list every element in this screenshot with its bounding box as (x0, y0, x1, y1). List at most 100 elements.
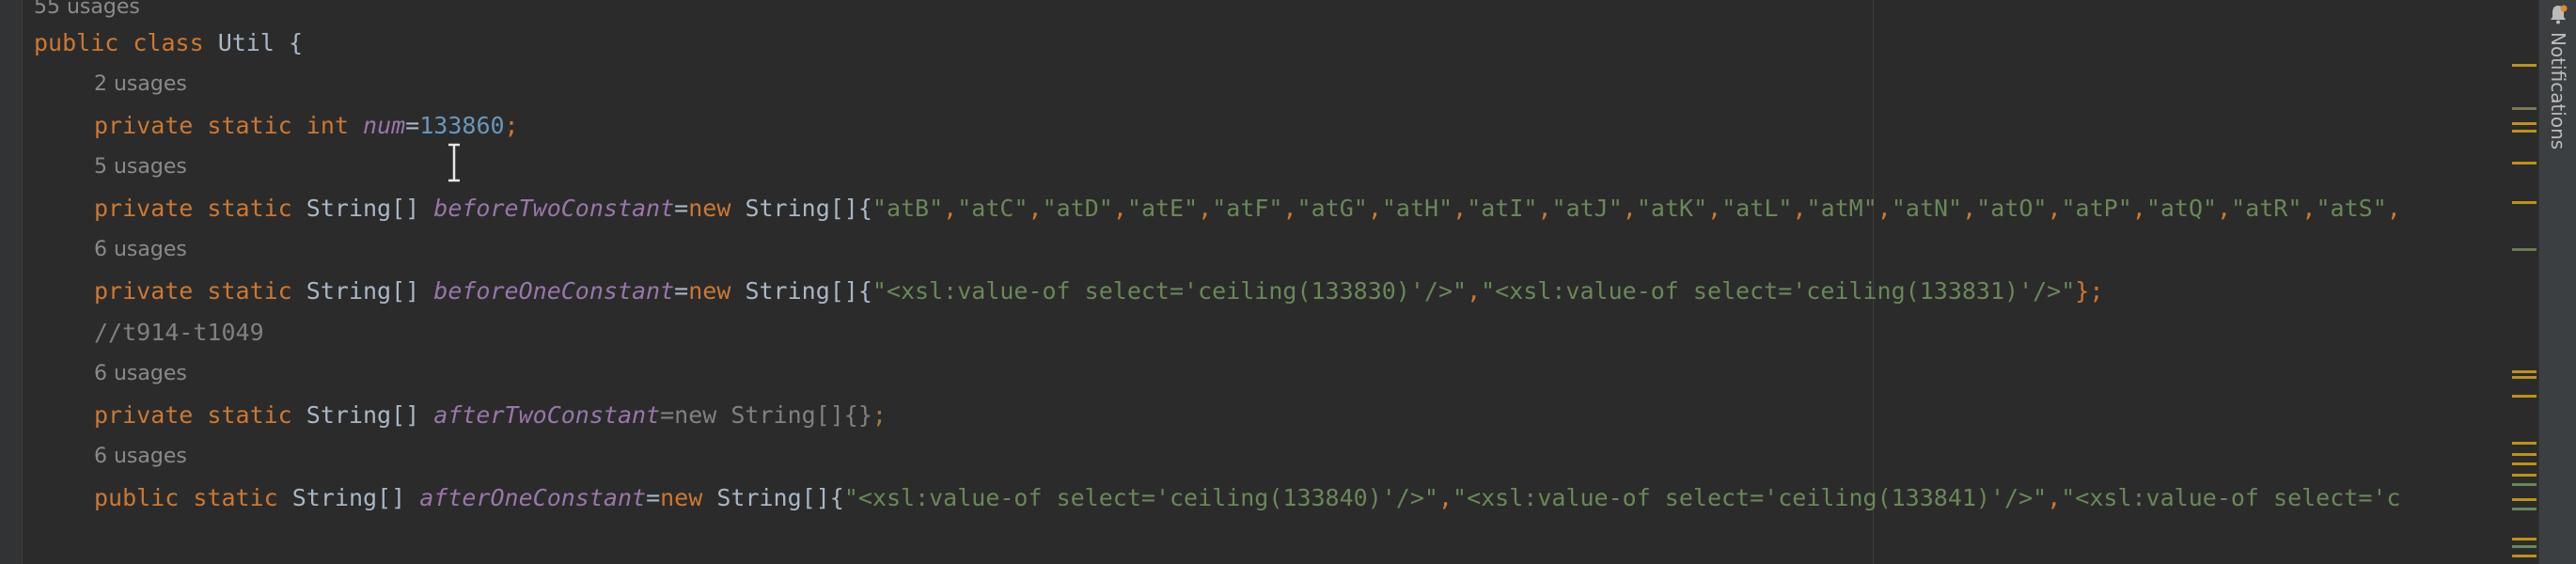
usages-hint[interactable]: 5 usages (94, 147, 187, 188)
constructor: String[]{ (745, 195, 872, 222)
class-name: Util (217, 29, 275, 56)
warning-marker[interactable] (2512, 453, 2537, 456)
comma: , (1707, 195, 1722, 222)
usages-hint[interactable]: 2 usages (94, 64, 187, 105)
warning-marker[interactable] (2512, 395, 2537, 398)
semicolon: ; (504, 112, 519, 139)
comma: , (1112, 195, 1127, 222)
keyword: new (688, 277, 731, 305)
string-literal: "atF" (1212, 195, 1283, 222)
string-literal-list: "<xsl:value-of select='ceiling(133840)'/… (844, 484, 2401, 511)
warning-marker[interactable] (2512, 162, 2537, 164)
comma: , (2301, 195, 2317, 222)
comma: , (1282, 195, 1297, 222)
info-marker[interactable] (2512, 508, 2537, 510)
string-literal: "atJ" (1551, 195, 1623, 222)
string-literal-list: "atB","atC","atD","atE","atF","atG","atH… (872, 195, 2401, 222)
comma: , (2386, 195, 2401, 222)
keyword: new (688, 195, 731, 222)
warning-marker[interactable] (2512, 376, 2537, 379)
string-literal: "atM" (1806, 195, 1877, 222)
warning-marker[interactable] (2512, 538, 2537, 540)
keyword: public (34, 29, 119, 56)
string-literal: "atO" (1976, 195, 2048, 222)
usages-hint[interactable]: 6 usages (94, 353, 187, 395)
comma: , (1962, 195, 1977, 222)
keyword: private (94, 195, 194, 222)
comma: , (2131, 195, 2146, 222)
code-line-after-two-constant: private static String[] afterTwoConstant… (94, 395, 887, 436)
info-marker[interactable] (2512, 483, 2537, 486)
type-name: String[] (306, 401, 420, 429)
string-literal: "<xsl:value-of select='ceiling(133831)'/… (1481, 277, 2076, 305)
info-marker[interactable] (2512, 107, 2537, 110)
keyword: private (94, 277, 194, 305)
info-marker[interactable] (2512, 545, 2537, 548)
warning-marker[interactable] (2512, 64, 2537, 67)
string-literal: "atC" (957, 195, 1029, 222)
code-editor[interactable]: 55 usages public class Util { 2 usages p… (34, 0, 2516, 564)
usages-hint[interactable]: 6 usages (94, 436, 187, 478)
code-comment: //t914-t1049 (94, 319, 264, 346)
warning-marker[interactable] (2512, 122, 2537, 125)
warning-marker[interactable] (2512, 370, 2537, 373)
string-literal: "atK" (1636, 195, 1708, 222)
keyword: static (207, 277, 292, 305)
string-literal: "atL" (1721, 195, 1793, 222)
string-literal: "atQ" (2145, 195, 2218, 222)
keyword: static (207, 195, 292, 222)
string-literal: "atD" (1042, 195, 1113, 222)
keyword: class (133, 29, 204, 56)
field-name: num (363, 112, 406, 139)
notifications-tab[interactable]: Notifications (2547, 32, 2569, 149)
warning-marker[interactable] (2512, 130, 2537, 133)
code-line-num-field: private static int num=133860; (94, 105, 519, 147)
bell-icon[interactable] (2549, 4, 2568, 24)
usages-hint[interactable]: 6 usages (94, 229, 187, 271)
comma: , (1437, 484, 1453, 511)
code-line-class-declaration: public class Util { (34, 23, 303, 64)
operator: = (674, 277, 689, 305)
redundant-initializer: new String[]{} (674, 401, 872, 429)
warning-marker[interactable] (2512, 498, 2537, 501)
type-name: String[] (306, 195, 420, 222)
error-stripe[interactable] (2505, 0, 2538, 564)
keyword: static (207, 401, 292, 429)
number-literal: 133860 (419, 112, 505, 139)
comma: , (1453, 195, 1468, 222)
keyword: private (94, 112, 194, 139)
right-tool-window-bar: Notifications (2538, 0, 2576, 564)
brace: { (288, 29, 304, 56)
comma: , (1877, 195, 1892, 222)
comma: , (1028, 195, 1043, 222)
type-name: String[] (291, 484, 406, 511)
operator: = (646, 484, 661, 511)
info-marker[interactable] (2512, 248, 2537, 251)
string-literal: "<xsl:value-of select='c (2061, 484, 2401, 511)
code-line-before-one-constant: private static String[] beforeOneConstan… (94, 271, 2103, 312)
warning-marker[interactable] (2512, 555, 2537, 557)
string-literal: "atN" (1891, 195, 1963, 222)
warning-marker[interactable] (2512, 442, 2537, 445)
string-literal: "<xsl:value-of select='ceiling(133840)'/… (843, 484, 1438, 511)
field-name: beforeOneConstant (433, 277, 675, 305)
warning-marker[interactable] (2512, 462, 2537, 465)
comma: , (1537, 195, 1552, 222)
comma: , (2047, 484, 2062, 511)
comma: , (1622, 195, 1637, 222)
keyword: public (94, 484, 180, 511)
warning-marker[interactable] (2512, 201, 2537, 204)
constructor: String[]{ (716, 484, 844, 511)
field-name: afterOneConstant (419, 484, 647, 511)
operator: = (674, 195, 689, 222)
string-literal: "atG" (1296, 195, 1368, 222)
editor-gutter[interactable] (0, 0, 23, 564)
comma: , (1367, 195, 1382, 222)
warning-marker[interactable] (2512, 474, 2537, 477)
comma: , (1467, 277, 1482, 305)
string-literal: "atB" (872, 195, 944, 222)
text-cursor-icon (448, 143, 460, 182)
string-literal: "atE" (1126, 195, 1199, 222)
type-name: String[] (306, 277, 420, 305)
code-line-before-two-constant: private static String[] beforeTwoConstan… (94, 188, 2401, 229)
